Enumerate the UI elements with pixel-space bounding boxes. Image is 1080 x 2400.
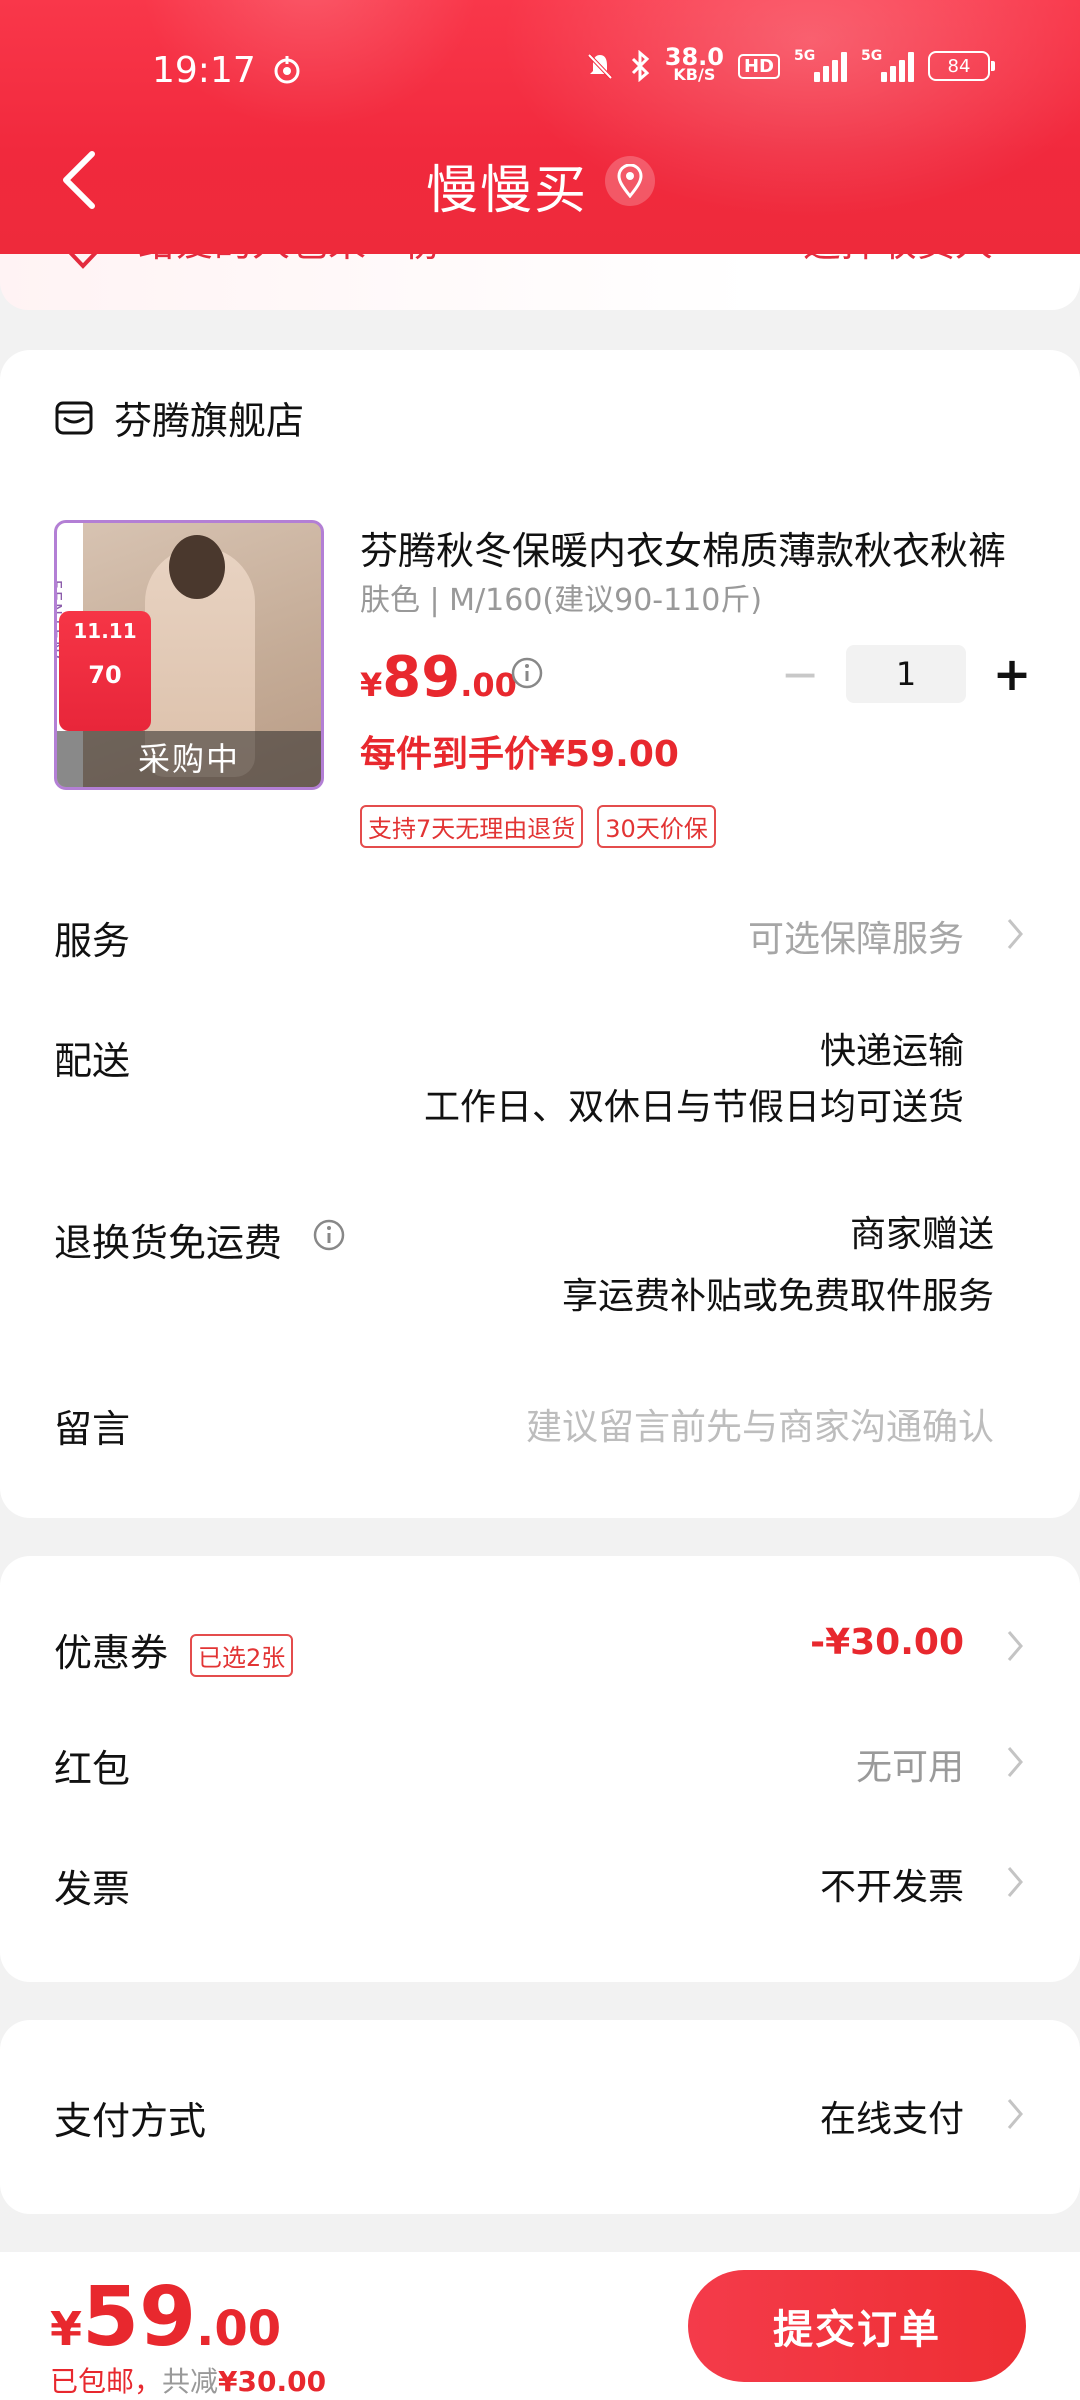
quantity-plus-button[interactable]: +	[992, 647, 1032, 701]
return-shipping-row: 退换货免运费 商家赠送 享运费补贴或免费取件服务	[54, 1212, 1026, 1317]
back-arrow-icon[interactable]	[58, 148, 102, 212]
delivery-value: 快递运输 工作日、双休日与节假日均可送货	[423, 1031, 964, 1128]
page-title: 慢慢买	[426, 161, 589, 221]
service-value: 可选保障服务	[747, 919, 964, 960]
message-label: 留言	[54, 1407, 131, 1451]
info-icon[interactable]	[510, 656, 544, 690]
service-label: 服务	[54, 919, 131, 963]
info-icon[interactable]	[312, 1218, 346, 1252]
coupon-selected-badge: 已选2张	[190, 1634, 294, 1677]
message-row[interactable]: 留言 建议留言前先与商家沟通确认	[54, 1398, 1026, 1453]
chevron-right-icon	[1007, 2099, 1023, 2129]
delivery-label: 配送	[54, 1039, 131, 1083]
chevron-right-icon	[1007, 1631, 1023, 1661]
savings-note: 已包邮，共减¥30.00	[50, 2365, 327, 2398]
quantity-stepper: − 1 +	[780, 645, 1032, 703]
red-packet-row[interactable]: 红包 无可用	[54, 1738, 1026, 1793]
product-thumbnail[interactable]: FENTENG 11.11 70 采购中	[54, 520, 324, 790]
coupon-value: -¥30.00	[810, 1622, 964, 1663]
return-shipping-value: 商家赠送 享运费补贴或免费取件服务	[561, 1214, 994, 1317]
service-row[interactable]: 服务 可选保障服务	[54, 910, 1026, 965]
product-title[interactable]: 芬腾秋冬保暖内衣女棉质薄款秋衣秋裤	[360, 520, 1020, 575]
promo-badge: 11.11 70	[59, 611, 151, 731]
shop-header[interactable]: 芬腾旗舰店	[54, 390, 304, 445]
unit-final-price: 每件到手价¥59.00	[360, 734, 679, 775]
signal-icon: 5G	[794, 48, 847, 82]
payment-card: 支付方式 在线支付	[0, 2020, 1080, 2214]
invoice-row[interactable]: 发票 不开发票	[54, 1858, 1026, 1913]
quantity-input[interactable]: 1	[846, 645, 966, 703]
payment-method-label: 支付方式	[54, 2099, 207, 2143]
chevron-right-icon	[1007, 1867, 1023, 1897]
service-tags: 支持7天无理由退货 30天价保	[360, 805, 716, 848]
mute-bell-icon	[587, 53, 613, 80]
chevron-right-icon	[1007, 1747, 1023, 1777]
quantity-minus-button[interactable]: −	[780, 647, 820, 701]
status-time: 19:17	[152, 50, 256, 91]
network-activity-icon	[274, 56, 300, 84]
discount-card: 优惠券 已选2张 -¥30.00 红包 无可用 发票 不开发票	[0, 1556, 1080, 1982]
delivery-row: 配送 快递运输 工作日、双休日与节假日均可送货	[54, 1030, 1026, 1128]
invoice-label: 发票	[54, 1867, 131, 1911]
product-spec[interactable]: 肤色 | M/160(建议90-110斤)	[360, 575, 762, 619]
message-input[interactable]: 建议留言前先与商家沟通确认	[526, 1398, 994, 1450]
coupon-row[interactable]: 优惠券 已选2张 -¥30.00	[54, 1622, 1026, 1677]
location-pin-icon[interactable]	[605, 156, 655, 206]
checkout-bar: ¥ 59 .00 已包邮，共减¥30.00 提交订单	[0, 2252, 1080, 2400]
header: 19:17 38.0 KB/S HD 5G 5G 84 慢慢买	[0, 0, 1080, 254]
battery-icon: 84	[928, 51, 995, 81]
red-packet-label: 红包	[54, 1747, 131, 1791]
red-packet-value: 无可用	[855, 1747, 964, 1788]
network-speed: 38.0 KB/S	[664, 43, 724, 84]
status-bar: 19:17 38.0 KB/S HD 5G 5G 84	[0, 40, 1080, 104]
order-item-card: 芬腾旗舰店 FENTENG 11.11 70 采购中 芬腾秋冬保暖内衣女棉质薄款…	[0, 350, 1080, 1518]
total-price: ¥ 59 .00	[50, 2270, 282, 2365]
purchasing-overlay: 采购中	[57, 731, 321, 787]
bluetooth-icon	[631, 50, 649, 82]
invoice-value: 不开发票	[819, 1867, 964, 1908]
product-price: ¥ 89 .00	[360, 645, 517, 710]
tag-price-protect: 30天价保	[597, 805, 716, 848]
store-icon	[55, 401, 93, 434]
return-shipping-label: 退换货免运费	[54, 1221, 283, 1265]
shop-name: 芬腾旗舰店	[114, 399, 305, 443]
submit-order-button[interactable]: 提交订单	[688, 2270, 1026, 2382]
hd-voice-badge: HD	[737, 53, 780, 79]
chevron-right-icon	[1007, 919, 1023, 949]
payment-method-row[interactable]: 支付方式 在线支付	[54, 2090, 1026, 2145]
coupon-label: 优惠券	[54, 1631, 169, 1675]
tag-return: 支持7天无理由退货	[360, 805, 584, 848]
signal-icon-2: 5G	[861, 48, 914, 82]
payment-method-value: 在线支付	[819, 2099, 964, 2140]
